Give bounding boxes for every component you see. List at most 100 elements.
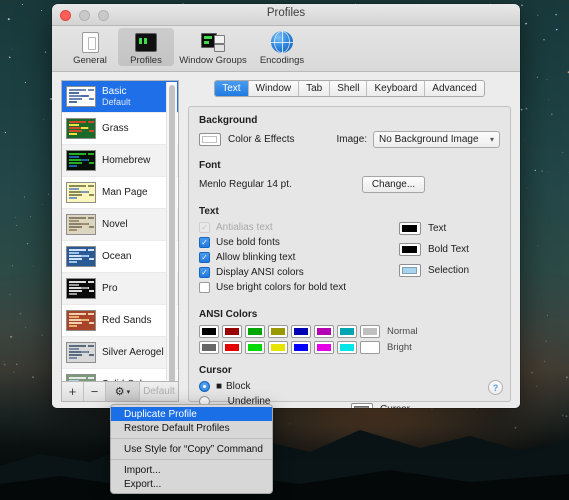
- profile-list-item[interactable]: Pro: [62, 273, 178, 305]
- background-image-value: No Background Image: [379, 134, 479, 145]
- font-section-label: Font: [198, 160, 221, 171]
- ansi-color-chip: [293, 328, 308, 335]
- ansi-color-swatch[interactable]: [221, 341, 242, 354]
- text-option-label: Use bold fonts: [215, 237, 280, 248]
- menu-item-import[interactable]: Import...: [111, 463, 272, 477]
- tab-keyboard[interactable]: Keyboard: [367, 81, 426, 96]
- add-profile-button[interactable]: +: [62, 382, 84, 401]
- tab-window[interactable]: Window: [248, 81, 300, 96]
- ansi-color-swatch[interactable]: [313, 325, 334, 338]
- checkbox-use-bold-fonts[interactable]: ✓: [198, 237, 210, 248]
- menu-separator: [111, 438, 272, 439]
- remove-profile-button[interactable]: −: [84, 382, 106, 401]
- profile-list-scrollbar[interactable]: [165, 82, 177, 381]
- profile-actions-context-menu[interactable]: Duplicate Profile Restore Default Profile…: [110, 404, 273, 494]
- profile-list-item[interactable]: Homebrew: [62, 145, 178, 177]
- toolbar-item-profiles[interactable]: Profiles: [118, 28, 174, 66]
- ansi-color-chip: [316, 344, 331, 351]
- tab-shell[interactable]: Shell: [330, 81, 368, 96]
- ansi-color-chip: [362, 344, 377, 351]
- profile-list-item[interactable]: Red Sands: [62, 305, 178, 337]
- cursor-color-chip: [354, 405, 370, 408]
- tab-advanced[interactable]: Advanced: [425, 81, 484, 96]
- cursor-color-swatch[interactable]: [350, 402, 373, 408]
- menu-item-export[interactable]: Export...: [111, 477, 272, 491]
- radio-block[interactable]: [198, 381, 210, 392]
- ansi-color-swatch[interactable]: [267, 325, 288, 338]
- change-font-button[interactable]: Change...: [361, 176, 426, 193]
- profile-thumbnail: [66, 374, 96, 381]
- general-icon: [77, 30, 103, 54]
- color-swatch-text[interactable]: [398, 222, 421, 235]
- ansi-row-label: Normal: [386, 326, 418, 337]
- toolbar-item-general[interactable]: General: [62, 28, 118, 66]
- cursor-color-row: Cursor: [350, 381, 410, 409]
- ansi-color-swatch[interactable]: [313, 341, 334, 354]
- ansi-color-swatch[interactable]: [221, 325, 242, 338]
- color-chip: [402, 246, 418, 253]
- tab-text[interactable]: Text: [215, 81, 249, 96]
- text-section-label: Text: [198, 206, 219, 217]
- profile-name: Man Page: [102, 187, 148, 198]
- ansi-color-grid: Normal Bright: [198, 325, 500, 354]
- tab-tab[interactable]: Tab: [299, 81, 331, 96]
- text-color-label: Text: [427, 223, 447, 234]
- ansi-color-swatch[interactable]: [359, 325, 380, 338]
- text-options-group: ✓ Antialias text ✓ Use bold fonts ✓ Allow bli…: [198, 222, 399, 297]
- profile-list-item[interactable]: Man Page: [62, 177, 178, 209]
- text-option-row[interactable]: ✓ Display ANSI colors: [198, 267, 399, 278]
- profile-list-scrollbar-thumb[interactable]: [168, 85, 175, 381]
- ansi-color-chip: [224, 344, 239, 351]
- menu-item-restore-default-profiles[interactable]: Restore Default Profiles: [111, 421, 272, 435]
- color-swatch-selection[interactable]: [398, 264, 421, 277]
- profile-actions-menu-button[interactable]: ⚙ ▾: [106, 382, 140, 401]
- profile-list-item[interactable]: Basic Default: [62, 81, 178, 113]
- checkbox-allow-blinking-text[interactable]: ✓: [198, 252, 210, 263]
- ansi-color-swatch[interactable]: [198, 325, 219, 338]
- profile-name: Novel: [102, 219, 128, 230]
- ansi-color-swatch[interactable]: [198, 341, 219, 354]
- profile-list-item[interactable]: Novel: [62, 209, 178, 241]
- toolbar-item-encodings[interactable]: Encodings: [252, 28, 312, 66]
- profile-list-item[interactable]: Ocean: [62, 241, 178, 273]
- menu-item-use-style-for-copy-command[interactable]: Use Style for “Copy” Command: [111, 442, 272, 456]
- menu-item-duplicate-profile[interactable]: Duplicate Profile: [111, 407, 272, 421]
- text-option-row[interactable]: Use bright colors for bold text: [198, 282, 399, 293]
- text-option-row[interactable]: ✓ Allow blinking text: [198, 252, 399, 263]
- profile-name: Silver Aerogel: [102, 347, 164, 358]
- ansi-color-chip: [247, 344, 262, 351]
- profile-list-item[interactable]: Silver Aerogel: [62, 337, 178, 369]
- cursor-option-row[interactable]: ■ Block: [198, 381, 351, 392]
- background-image-select[interactable]: No Background Image ▾: [373, 131, 500, 148]
- profile-thumbnail: [66, 246, 96, 267]
- profile-list-item[interactable]: Grass: [62, 113, 178, 145]
- color-chip: [402, 267, 418, 274]
- color-chip: [402, 225, 418, 232]
- ansi-color-swatch[interactable]: [267, 341, 288, 354]
- set-default-button[interactable]: Default: [140, 382, 178, 401]
- ansi-color-swatch[interactable]: [336, 325, 357, 338]
- ansi-color-swatch[interactable]: [290, 325, 311, 338]
- profile-list-item[interactable]: Solid Colors: [62, 369, 178, 381]
- background-color-swatch[interactable]: [198, 133, 221, 146]
- color-swatch-bold-text[interactable]: [398, 243, 421, 256]
- toolbar-item-window-groups[interactable]: Window Groups: [174, 28, 252, 66]
- profile-list[interactable]: Basic Default Grass Homebrew Man Page Novel Oc…: [61, 80, 179, 381]
- font-value: Menlo Regular 14 pt.: [198, 179, 292, 190]
- cursor-option-label: Block: [226, 381, 251, 392]
- cursor-color-label: Cursor: [380, 404, 410, 409]
- text-option-row[interactable]: ✓ Antialias text: [198, 222, 399, 233]
- color-effects-label: Color & Effects: [227, 134, 295, 145]
- chevron-down-icon: ▾: [126, 388, 131, 396]
- ansi-color-swatch[interactable]: [290, 341, 311, 354]
- ansi-color-swatch[interactable]: [359, 341, 380, 354]
- ansi-color-swatch[interactable]: [244, 341, 265, 354]
- settings-tab-bar: Text Window Tab Shell Keyboard Advanced: [188, 80, 511, 97]
- ansi-color-swatch[interactable]: [336, 341, 357, 354]
- checkbox-display-ansi-colors[interactable]: ✓: [198, 267, 210, 278]
- ansi-color-swatch[interactable]: [244, 325, 265, 338]
- text-option-row[interactable]: ✓ Use bold fonts: [198, 237, 399, 248]
- stepper-arrows-icon: ▾: [489, 135, 494, 144]
- help-button[interactable]: ?: [488, 380, 503, 395]
- checkbox-use-bright-colors-for-bold-text[interactable]: [198, 282, 210, 293]
